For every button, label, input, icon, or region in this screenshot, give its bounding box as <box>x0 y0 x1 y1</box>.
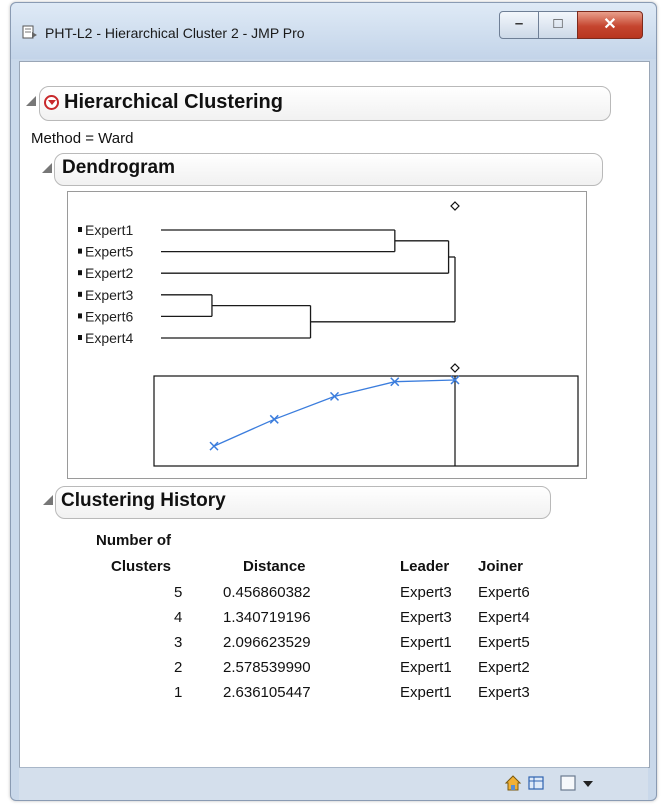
col-distance-header: Distance <box>243 558 306 575</box>
cell-leader: Expert3 <box>400 609 452 626</box>
cell-distance: 1.340719196 <box>223 609 311 626</box>
leaf-marker[interactable] <box>78 291 82 297</box>
minimize-button[interactable]: – <box>499 11 539 39</box>
maximize-button[interactable]: □ <box>538 11 578 39</box>
cell-clusters: 5 <box>174 584 183 601</box>
leaf-label[interactable]: Expert5 <box>85 244 133 260</box>
leaf-marker[interactable] <box>78 270 82 276</box>
close-button[interactable]: ✕ <box>577 11 643 39</box>
cell-clusters: 2 <box>174 659 183 676</box>
cell-joiner: Expert4 <box>478 609 530 626</box>
cell-distance: 2.096623529 <box>223 634 311 651</box>
cell-leader: Expert1 <box>400 634 452 651</box>
status-bar <box>19 767 648 800</box>
col-number-header-line2: Clusters <box>111 558 172 575</box>
home-icon[interactable] <box>504 774 522 792</box>
leaf-marker[interactable] <box>78 313 82 319</box>
report-area: Hierarchical Clustering Method = Ward De… <box>19 61 650 768</box>
dendrogram-collapse-icon[interactable] <box>42 163 52 173</box>
dendrogram-panel: Expert1 Expert5 Expert2 Expert3 Expert6 Exper… <box>67 191 587 479</box>
leaf-label[interactable]: Expert4 <box>85 330 133 346</box>
minimize-icon: – <box>514 15 524 32</box>
cell-clusters: 1 <box>174 684 183 701</box>
cell-joiner: Expert2 <box>478 659 530 676</box>
dendrogram-chart: Expert1 Expert5 Expert2 Expert3 Expert6 Exper… <box>78 201 579 467</box>
history-collapse-icon[interactable] <box>43 495 53 505</box>
cell-joiner: Expert3 <box>478 684 530 701</box>
cell-leader: Expert3 <box>400 584 452 601</box>
cell-leader: Expert1 <box>400 684 452 701</box>
scree-plot-frame <box>153 375 579 467</box>
leaf-marker[interactable] <box>78 248 82 254</box>
cell-distance: 2.636105447 <box>223 684 311 701</box>
collapse-triangle-icon[interactable] <box>26 96 36 106</box>
table-icon[interactable] <box>527 774 545 792</box>
leaf-label[interactable]: Expert3 <box>85 287 133 303</box>
red-triangle-menu-icon[interactable] <box>44 95 59 110</box>
dropdown-arrow-icon[interactable] <box>581 774 595 792</box>
jmp-report-icon <box>22 25 37 39</box>
history-title: Clustering History <box>61 490 226 511</box>
leaf-label[interactable]: Expert2 <box>85 265 133 281</box>
cell-clusters: 3 <box>174 634 183 651</box>
checkbox-icon[interactable] <box>559 774 577 792</box>
cell-distance: 0.456860382 <box>223 584 311 601</box>
leaf-label[interactable]: Expert6 <box>85 308 133 324</box>
col-number-header-line1: Number of <box>96 532 171 549</box>
leaf-marker[interactable] <box>78 335 82 340</box>
report-title: Hierarchical Clustering <box>64 91 283 113</box>
cluster-slider-handle[interactable] <box>450 201 460 211</box>
cell-distance: 2.578539990 <box>223 659 311 676</box>
close-icon: ✕ <box>603 16 617 33</box>
leaf-marker[interactable] <box>78 227 82 232</box>
cluster-slider-handle[interactable] <box>450 363 460 373</box>
dendrogram-title: Dendrogram <box>62 157 175 178</box>
cell-joiner: Expert6 <box>478 584 530 601</box>
title-bar[interactable]: PHT-L2 - Hierarchical Cluster 2 - JMP Pr… <box>11 3 656 59</box>
maximize-icon: □ <box>553 15 563 32</box>
leaf-label[interactable]: Expert1 <box>85 222 133 238</box>
app-window: PHT-L2 - Hierarchical Cluster 2 - JMP Pr… <box>10 2 657 801</box>
window-title: PHT-L2 - Hierarchical Cluster 2 - JMP Pr… <box>45 25 305 41</box>
cell-clusters: 4 <box>174 609 183 626</box>
col-joiner-header: Joiner <box>478 558 524 575</box>
cell-leader: Expert1 <box>400 659 452 676</box>
cell-joiner: Expert5 <box>478 634 530 651</box>
col-leader-header: Leader <box>400 558 450 575</box>
method-label: Method = Ward <box>31 130 134 147</box>
